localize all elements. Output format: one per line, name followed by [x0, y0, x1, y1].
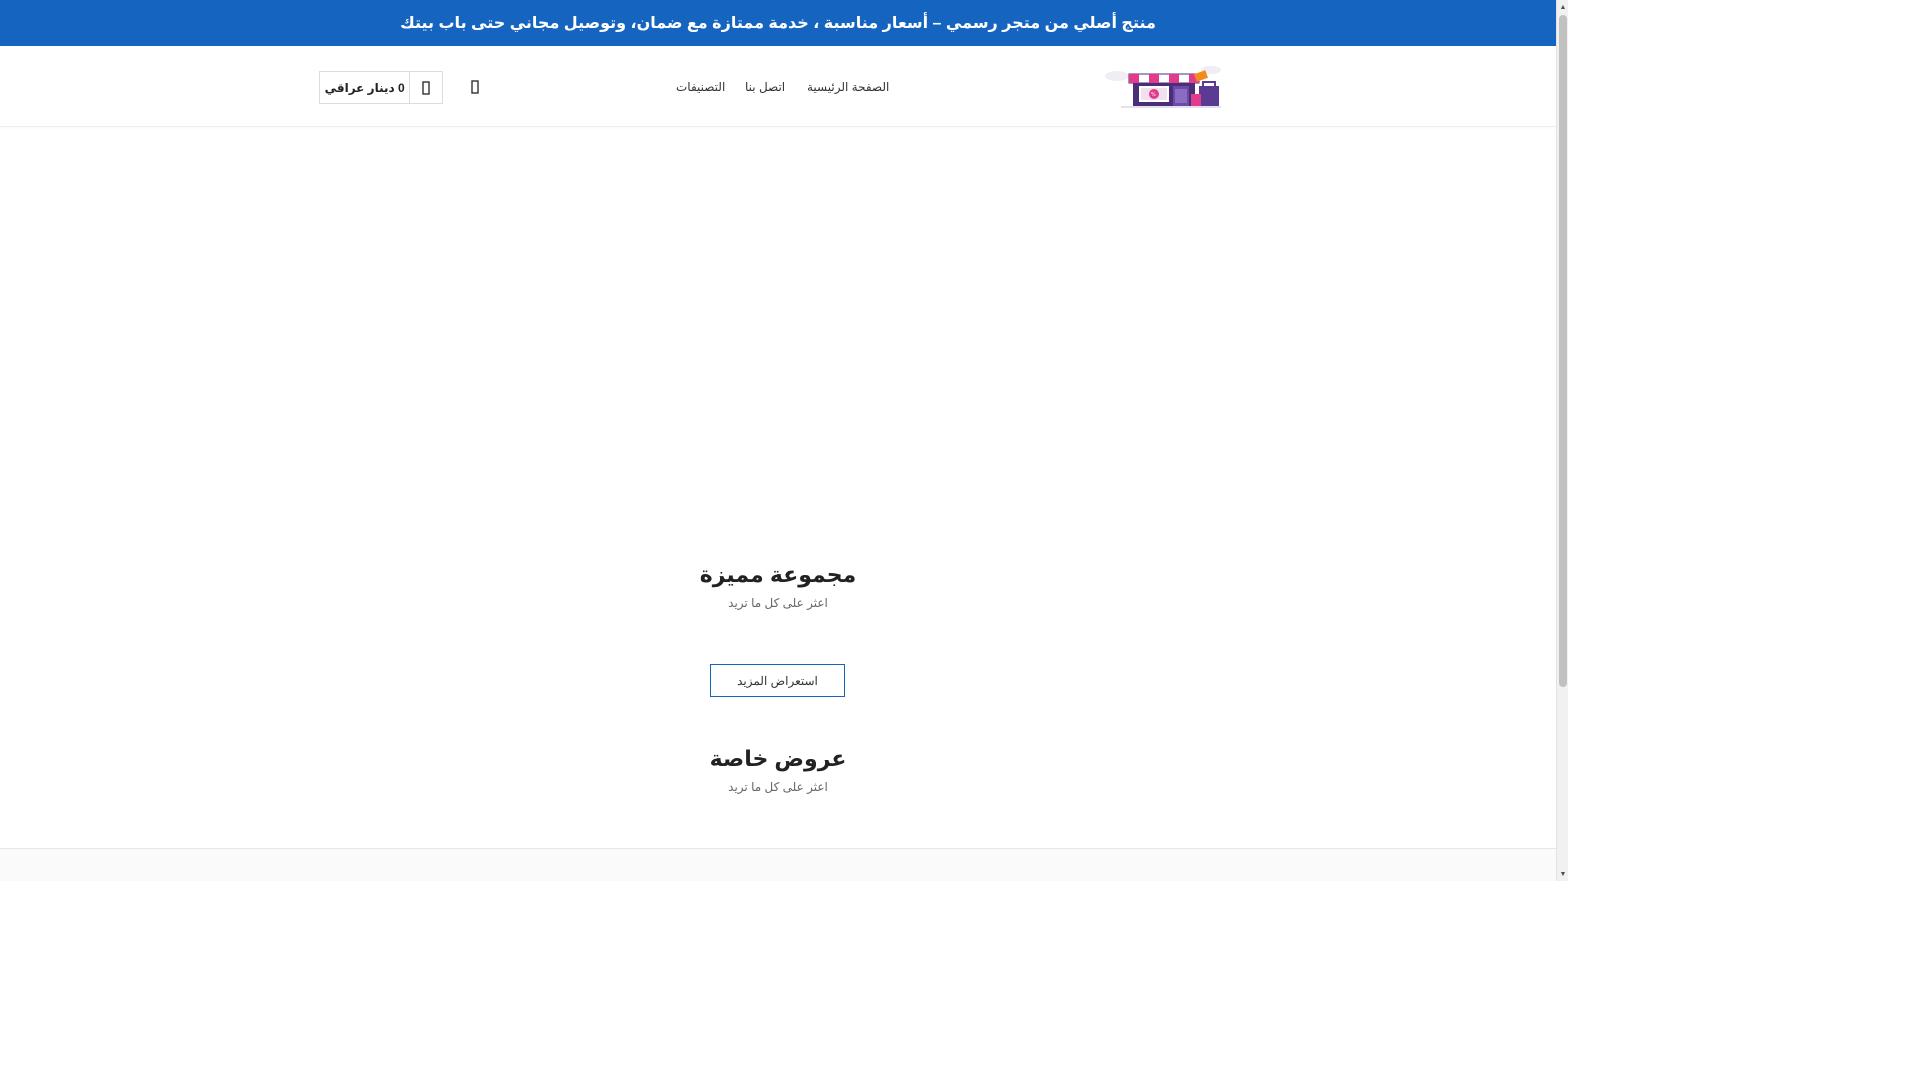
- scrollbar-thumb[interactable]: [1559, 15, 1567, 687]
- search-icon[interactable]: [467, 79, 483, 95]
- announcement-bar: منتج أصلي من متجر رسمي – أسعار مناسبة ، …: [0, 0, 1556, 46]
- scroll-down-arrow-icon[interactable]: ▼: [1557, 867, 1569, 881]
- nav-item-categories[interactable]: التصنيفات: [676, 80, 725, 94]
- cart-total: 0 دينار عراقي: [324, 80, 405, 95]
- featured-subtitle: اعثر على كل ما تريد: [728, 596, 828, 610]
- site-header: % الصفحة الرئيسية اتصل بنا التصنيفات 0 د…: [0, 46, 1556, 127]
- view-more-button[interactable]: استعراض المزيد: [710, 664, 845, 697]
- featured-title: مجموعة مميزة: [699, 562, 857, 587]
- page-scrollbar[interactable]: ▲ ▼: [1556, 0, 1568, 881]
- announcement-text: منتج أصلي من متجر رسمي – أسعار مناسبة ، …: [400, 15, 1156, 32]
- main-nav: الصفحة الرئيسية اتصل بنا التصنيفات: [0, 46, 1556, 127]
- page: منتج أصلي من متجر رسمي – أسعار مناسبة ، …: [0, 0, 1556, 881]
- special-offers-title: عروض خاصة: [709, 746, 847, 771]
- nav-item-home[interactable]: الصفحة الرئيسية: [807, 80, 889, 94]
- scroll-up-arrow-icon[interactable]: ▲: [1557, 0, 1569, 14]
- footer-divider: [0, 848, 1556, 881]
- nav-item-contact[interactable]: اتصل بنا: [745, 80, 785, 94]
- cart-button[interactable]: 0 دينار عراقي: [319, 71, 443, 104]
- shopping-bag-icon: [409, 72, 442, 103]
- special-offers-subtitle: اعثر على كل ما تريد: [728, 780, 828, 794]
